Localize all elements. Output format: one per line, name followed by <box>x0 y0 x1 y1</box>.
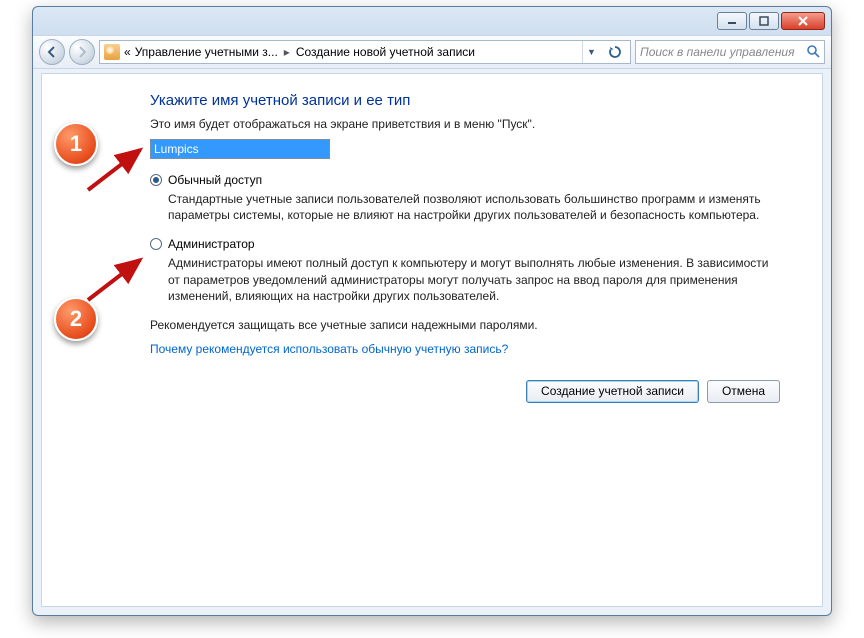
content-area: Укажите имя учетной записи и ее тип Это … <box>41 73 823 607</box>
radio-standard[interactable] <box>150 174 162 186</box>
window-frame: « Управление учетными з... ▸ Создание но… <box>32 6 832 616</box>
recommendation-text: Рекомендуется защищать все учетные запис… <box>150 318 782 332</box>
breadcrumb-prefix: « <box>124 45 131 59</box>
radio-admin[interactable] <box>150 238 162 250</box>
cancel-button[interactable]: Отмена <box>707 380 780 403</box>
refresh-button[interactable] <box>604 45 626 59</box>
page-subtext: Это имя будет отображаться на экране при… <box>150 117 782 131</box>
user-accounts-icon <box>104 44 120 60</box>
search-placeholder: Поиск в панели управления <box>640 45 806 59</box>
minimize-button[interactable] <box>717 12 747 30</box>
close-button[interactable] <box>781 12 825 30</box>
titlebar <box>33 7 831 35</box>
address-dropdown-button[interactable]: ▼ <box>582 41 600 63</box>
radio-standard-desc: Стандартные учетные записи пользователей… <box>168 191 782 223</box>
navigation-bar: « Управление учетными з... ▸ Создание но… <box>33 35 831 69</box>
radio-standard-block: Обычный доступ Стандартные учетные запис… <box>150 173 782 223</box>
annotation-badge-1: 1 <box>54 122 98 166</box>
account-name-input[interactable] <box>150 139 330 159</box>
breadcrumb-item-2[interactable]: Создание новой учетной записи <box>296 45 475 59</box>
address-bar[interactable]: « Управление учетными з... ▸ Создание но… <box>99 40 631 64</box>
radio-admin-label[interactable]: Администратор <box>168 237 255 251</box>
annotation-badge-2: 2 <box>54 297 98 341</box>
breadcrumb-item-1[interactable]: Управление учетными з... <box>135 45 278 59</box>
radio-admin-desc: Администраторы имеют полный доступ к ком… <box>168 255 782 304</box>
maximize-button[interactable] <box>749 12 779 30</box>
chevron-right-icon: ▸ <box>282 45 292 59</box>
why-standard-link[interactable]: Почему рекомендуется использовать обычну… <box>150 342 508 356</box>
search-input[interactable]: Поиск в панели управления <box>635 40 825 64</box>
search-icon <box>806 44 820 61</box>
radio-admin-block: Администратор Администраторы имеют полны… <box>150 237 782 304</box>
button-row: Создание учетной записи Отмена <box>150 380 782 403</box>
create-account-button[interactable]: Создание учетной записи <box>526 380 699 403</box>
radio-standard-label[interactable]: Обычный доступ <box>168 173 262 187</box>
forward-button[interactable] <box>69 39 95 65</box>
page-title: Укажите имя учетной записи и ее тип <box>150 92 782 109</box>
back-button[interactable] <box>39 39 65 65</box>
